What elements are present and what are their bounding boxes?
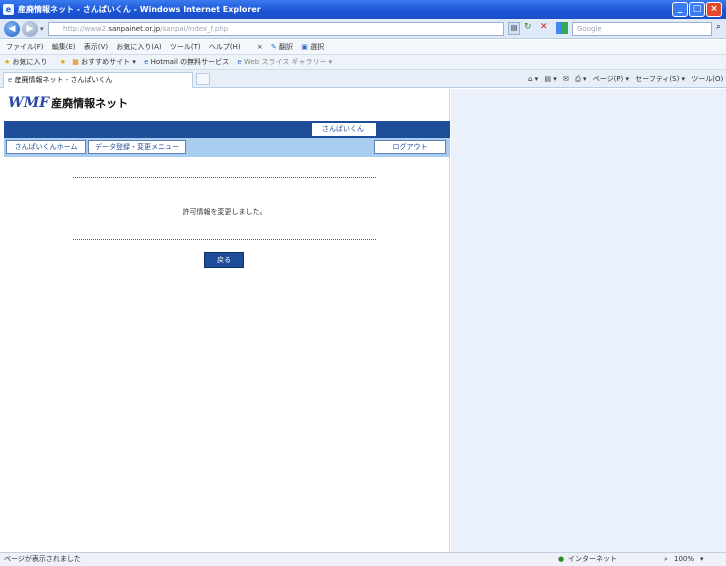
zoom-level[interactable]: 100% — [674, 553, 694, 566]
logo-mark: WMF — [8, 95, 50, 111]
site-nav: さんぱいくんホーム データ登録・変更メニュー ログアウト — [4, 138, 450, 157]
url-domain: sanpainet.or.jp — [108, 25, 161, 33]
feeds-icon[interactable]: ▤ — [544, 75, 551, 83]
address-bar: ◀ ▶ ▾ http://www2.sanpainet.or.jp/sanpai… — [0, 19, 726, 39]
compat-view-icon[interactable]: ▤ — [508, 22, 520, 35]
back-button[interactable]: 戻る — [204, 252, 244, 268]
command-bar: ⌂ ▾ ▤ ▾ ✉ ⎙ ▾ ページ(P) ▾ セーフティ(S) ▾ ツール(O)… — [528, 70, 726, 88]
nav-home-button[interactable]: さんぱいくんホーム — [6, 140, 86, 154]
maximize-button[interactable]: □ — [689, 2, 705, 17]
menu-view[interactable]: 表示(V) — [84, 43, 108, 51]
refresh-icon[interactable]: ↻ — [524, 22, 532, 32]
zoom-dropdown-icon[interactable]: ▾ — [700, 553, 704, 566]
tab-row: e 産廃情報ネット - さんぱいくん ⌂ ▾ ▤ ▾ ✉ ⎙ ▾ ページ(P) … — [0, 70, 726, 88]
menu-edit[interactable]: 編集(E) — [52, 43, 76, 51]
suggested-sites-icon: ▦ — [72, 58, 79, 66]
logo-name: 産廃情報ネット — [51, 97, 129, 110]
cmd-safety[interactable]: セーフティ(S) ▾ — [635, 75, 685, 83]
search-input[interactable]: Google — [572, 22, 712, 36]
back-arrow-icon[interactable]: ◀ — [4, 21, 20, 37]
cmd-page[interactable]: ページ(P) ▾ — [593, 75, 629, 83]
site-logo[interactable]: WMF 産廃情報ネット — [8, 95, 128, 111]
result-message: 許可情報を変更しました。 — [182, 208, 267, 216]
search-icon[interactable]: ⌕ — [716, 22, 721, 32]
close-toolbar-icon[interactable]: × — [257, 43, 263, 51]
select-button[interactable]: 選択 — [310, 43, 324, 51]
menu-bar: ファイル(F) 編集(E) 表示(V) お気に入り(A) ツール(T) ヘルプ(… — [0, 40, 726, 55]
user-label: さんぱいくん — [309, 123, 374, 136]
history-dropdown-icon[interactable]: ▾ — [40, 25, 44, 33]
web-slice-icon: e — [237, 58, 242, 66]
browser-tab[interactable]: e 産廃情報ネット - さんぱいくん — [3, 72, 193, 88]
url-path: /sanpai/index_f.php — [160, 25, 229, 33]
translate-icon: ✎ — [270, 43, 277, 51]
forward-arrow-icon[interactable]: ▶ — [22, 21, 38, 37]
internet-zone-icon: ● — [558, 555, 565, 563]
zone-label[interactable]: インターネット — [568, 553, 617, 566]
favorites-button[interactable]: お気に入り — [13, 58, 48, 66]
search-placeholder: Google — [577, 25, 602, 33]
page-content: WMF 産廃情報ネット さんぱいくん さんぱいくんホーム データ登録・変更メニュー… — [0, 89, 450, 552]
url-prefix: http://www2. — [63, 25, 109, 33]
status-text: ページが表示されました — [4, 555, 81, 563]
url-input[interactable]: http://www2.sanpainet.or.jp/sanpai/index… — [48, 22, 504, 36]
home-icon[interactable]: ⌂ — [528, 75, 532, 83]
fav-hotmail[interactable]: Hotmail の無料サービス — [151, 58, 230, 66]
translate-button[interactable]: 翻訳 — [279, 43, 293, 51]
stop-icon[interactable]: ✕ — [540, 22, 548, 32]
search-provider-icon[interactable] — [556, 22, 568, 34]
new-tab-button[interactable] — [196, 73, 210, 85]
status-bar: ページが表示されました ● インターネット ⌕ 100% ▾ — [0, 552, 726, 566]
tab-favicon-icon: e — [8, 76, 13, 84]
window-title: 産廃情報ネット - さんぱいくん - Windows Internet Expl… — [18, 5, 261, 14]
divider-bottom — [73, 239, 376, 240]
favorites-star-icon: ★ — [4, 58, 11, 66]
mail-icon[interactable]: ✉ — [563, 75, 569, 83]
menu-help[interactable]: ヘルプ(H) — [209, 43, 241, 51]
tab-title: 産廃情報ネット - さんぱいくん — [14, 76, 113, 84]
print-icon[interactable]: ⎙ — [575, 75, 581, 83]
add-favorite-icon[interactable]: ★ — [60, 58, 66, 66]
menu-tools[interactable]: ツール(T) — [170, 43, 201, 51]
zoom-icon: ⌕ — [664, 555, 668, 563]
favorites-bar: ★ お気に入り ★ ▦ おすすめサイト ▾ e Hotmail の無料サービス … — [0, 55, 726, 70]
header-bar: さんぱいくん — [4, 121, 450, 138]
nav-data-menu-button[interactable]: データ登録・変更メニュー — [88, 140, 186, 154]
fav-suggested-sites[interactable]: おすすめサイト ▾ — [81, 58, 136, 66]
menu-favorites[interactable]: お気に入り(A) — [116, 43, 161, 51]
empty-viewport-area — [451, 89, 726, 552]
cmd-tools[interactable]: ツール(O) ▾ — [691, 75, 726, 83]
title-bar: e 産廃情報ネット - さんぱいくん - Windows Internet Ex… — [0, 0, 726, 19]
select-icon: ▣ — [301, 43, 308, 51]
close-button[interactable]: × — [706, 2, 722, 17]
logout-button[interactable]: ログアウト — [374, 140, 446, 154]
ie-icon: e — [3, 4, 14, 15]
hotmail-icon: e — [144, 58, 149, 66]
divider-top — [73, 177, 376, 178]
fav-web-slice-gallery[interactable]: Web スライス ギャラリー ▾ — [244, 58, 332, 66]
menu-file[interactable]: ファイル(F) — [6, 43, 44, 51]
minimize-button[interactable]: _ — [672, 2, 688, 17]
header-divider — [374, 123, 376, 136]
